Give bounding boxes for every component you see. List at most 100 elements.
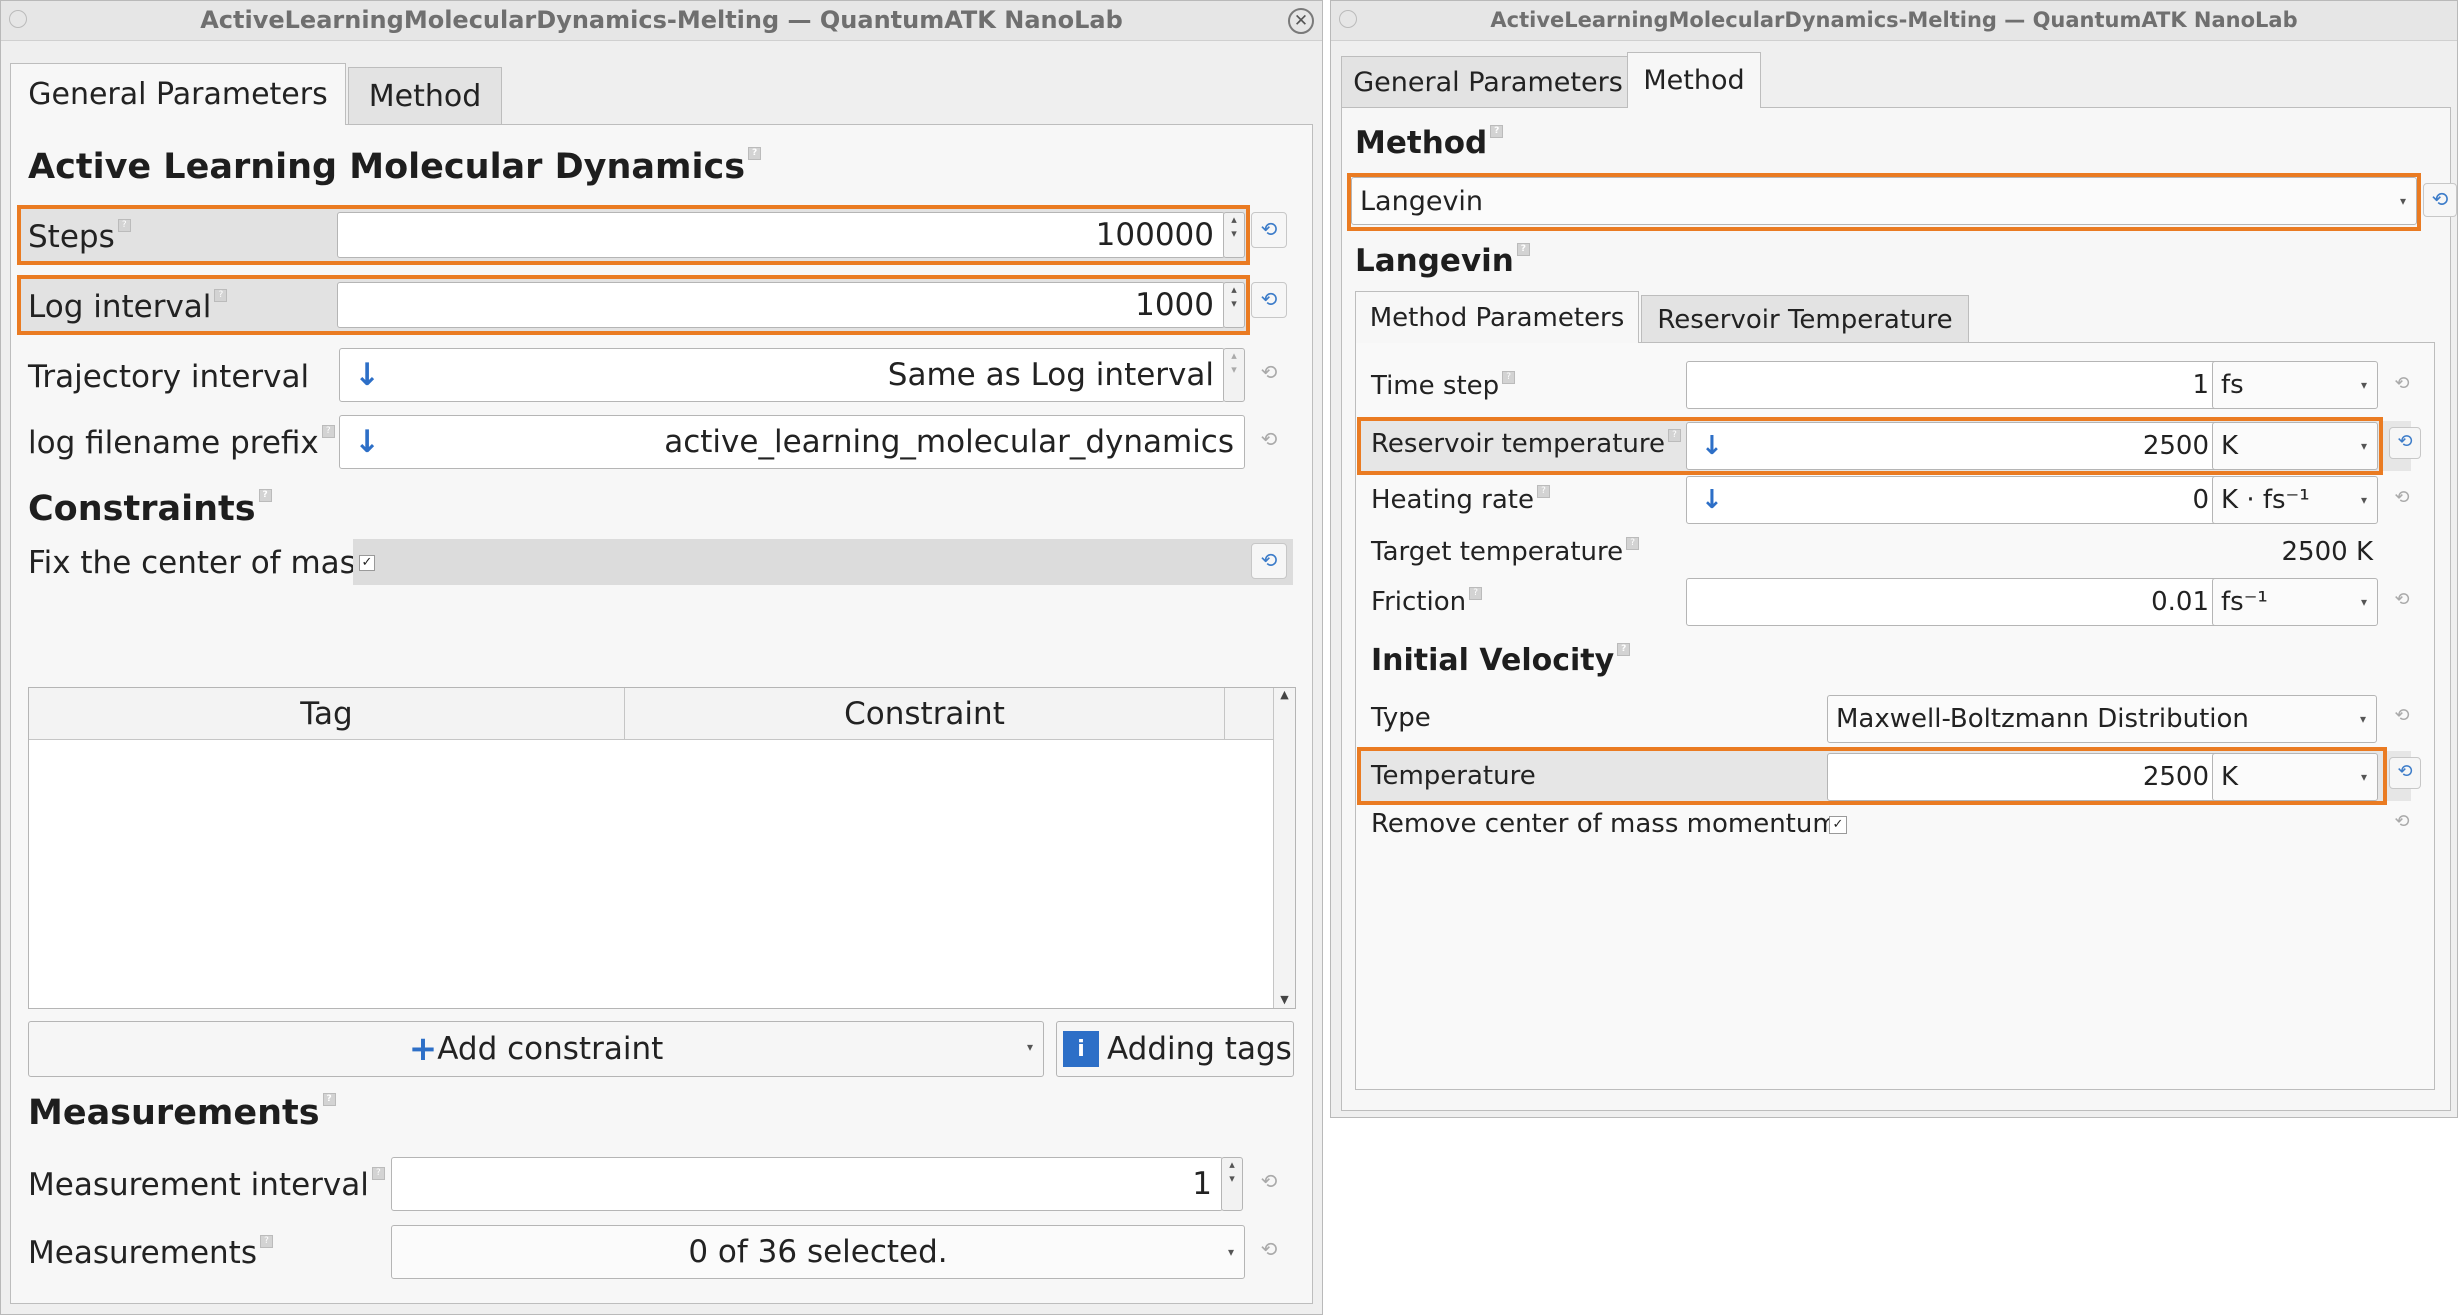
- measurement-interval-label: Measurement interval?: [28, 1167, 385, 1203]
- help-icon[interactable]: ?: [1626, 537, 1640, 550]
- tab-method[interactable]: Method: [1627, 52, 1761, 108]
- chevron-down-icon: ▾: [2360, 595, 2367, 609]
- log-prefix-label: log filename prefix?: [28, 425, 335, 461]
- time-step-input[interactable]: 1: [1686, 361, 2220, 409]
- log-interval-input[interactable]: 1000: [337, 282, 1225, 328]
- reset-icon[interactable]: ⟲: [2385, 483, 2419, 517]
- column-header-tag[interactable]: Tag: [29, 688, 625, 740]
- heating-rate-input[interactable]: ↓ 0: [1686, 476, 2220, 524]
- adding-tags-button[interactable]: i Adding tags: [1056, 1021, 1294, 1077]
- reset-icon[interactable]: ⟲: [1251, 1165, 1287, 1201]
- help-icon[interactable]: ?: [321, 425, 335, 438]
- target-temperature-value: 2500 K: [2281, 537, 2373, 567]
- inherit-arrow-icon: ↓: [354, 357, 380, 393]
- help-icon[interactable]: ?: [214, 289, 228, 302]
- window-menu-icon[interactable]: [9, 10, 27, 28]
- method-select[interactable]: Langevin ▾: [1351, 177, 2417, 225]
- help-icon[interactable]: ?: [1490, 125, 1504, 138]
- scroll-down-icon[interactable]: ▼: [1274, 993, 1295, 1006]
- remove-com-checkbox[interactable]: ✓: [1829, 813, 1847, 834]
- window-menu-icon[interactable]: [1339, 10, 1357, 28]
- constraints-table[interactable]: Tag Constraint ▲ ▼: [28, 687, 1296, 1009]
- help-icon[interactable]: ?: [748, 147, 762, 160]
- reset-icon[interactable]: ⟲: [1251, 356, 1287, 392]
- info-icon: i: [1063, 1031, 1099, 1067]
- reset-icon[interactable]: ⟲: [1251, 212, 1287, 248]
- chevron-down-icon: ▾: [2360, 770, 2367, 784]
- section-title-constraints: Constraints?: [28, 489, 272, 529]
- reservoir-temperature-input[interactable]: ↓ 2500: [1686, 422, 2220, 470]
- reset-icon[interactable]: ⟲: [2385, 807, 2419, 841]
- help-icon[interactable]: ?: [1668, 429, 1682, 442]
- help-icon[interactable]: ?: [259, 1235, 273, 1248]
- target-temperature-label: Target temperature?: [1371, 537, 1640, 567]
- measurement-interval-spinner[interactable]: ▴ ▾: [1221, 1157, 1243, 1211]
- measurement-interval-input[interactable]: 1: [391, 1157, 1223, 1211]
- velocity-type-select[interactable]: Maxwell-Boltzmann Distribution ▾: [1827, 695, 2377, 743]
- trajectory-interval-input[interactable]: ↓ Same as Log interval: [339, 348, 1225, 402]
- section-title-measurements: Measurements?: [28, 1093, 336, 1133]
- steps-input[interactable]: 100000: [337, 212, 1225, 258]
- temperature-label: Temperature: [1371, 761, 1536, 791]
- log-interval-label: Log interval?: [28, 289, 228, 325]
- steps-label: Steps?: [28, 219, 131, 255]
- reset-icon[interactable]: ⟲: [1251, 423, 1287, 459]
- trajectory-interval-spinner[interactable]: ▴ ▾: [1223, 348, 1245, 402]
- close-icon[interactable]: ✕: [1288, 8, 1314, 34]
- help-icon[interactable]: ?: [322, 1093, 336, 1106]
- help-icon[interactable]: ?: [1469, 587, 1483, 600]
- friction-input[interactable]: 0.01: [1686, 578, 2220, 626]
- steps-spinner[interactable]: ▴ ▾: [1223, 212, 1245, 258]
- chevron-down-icon[interactable]: ▾: [1027, 1040, 1033, 1054]
- tab-general-parameters[interactable]: General Parameters: [10, 63, 346, 125]
- reset-icon[interactable]: ⟲: [1251, 1233, 1287, 1269]
- section-title-aldm: Active Learning Molecular Dynamics?: [28, 147, 762, 187]
- measurements-select[interactable]: 0 of 36 selected. ▾: [391, 1225, 1245, 1279]
- reset-icon[interactable]: ⟲: [2385, 701, 2419, 735]
- left-window-title: ActiveLearningMolecularDynamics-Melting …: [200, 6, 1123, 34]
- reset-icon[interactable]: ⟲: [2423, 183, 2457, 217]
- help-icon[interactable]: ?: [1617, 643, 1631, 656]
- temperature-unit-select[interactable]: K ▾: [2212, 753, 2378, 801]
- time-step-unit-select[interactable]: fs ▾: [2212, 361, 2378, 409]
- section-title-initial-velocity: Initial Velocity?: [1371, 643, 1631, 678]
- help-icon[interactable]: ?: [371, 1167, 385, 1180]
- reset-icon[interactable]: ⟲: [2389, 757, 2421, 789]
- chevron-down-icon: ▾: [2360, 378, 2367, 392]
- chevron-down-icon: ▾: [2360, 493, 2367, 507]
- log-prefix-input[interactable]: ↓ active_learning_molecular_dynamics: [339, 415, 1245, 469]
- temperature-input[interactable]: 2500: [1827, 753, 2220, 801]
- fix-com-checkbox[interactable]: ✓: [359, 551, 375, 571]
- reset-icon[interactable]: ⟲: [2389, 427, 2421, 459]
- reset-icon[interactable]: ⟲: [1251, 543, 1287, 579]
- tab-reservoir-temperature[interactable]: Reservoir Temperature: [1641, 295, 1969, 343]
- heating-rate-unit-select[interactable]: K · fs⁻¹ ▾: [2212, 476, 2378, 524]
- scroll-up-icon[interactable]: ▲: [1274, 688, 1295, 701]
- tab-general-parameters[interactable]: General Parameters: [1341, 56, 1635, 108]
- fix-com-label: Fix the center of mass: [28, 545, 372, 581]
- help-icon[interactable]: ?: [1536, 485, 1550, 498]
- help-icon[interactable]: ?: [1516, 243, 1530, 256]
- reservoir-temperature-label: Reservoir temperature?: [1371, 429, 1682, 459]
- inherit-arrow-icon: ↓: [354, 424, 380, 460]
- fix-com-row: [353, 539, 1293, 585]
- help-icon[interactable]: ?: [1502, 371, 1516, 384]
- reset-icon[interactable]: ⟲: [2385, 585, 2419, 619]
- help-icon[interactable]: ?: [258, 489, 272, 502]
- tab-method-parameters[interactable]: Method Parameters: [1355, 291, 1639, 343]
- chevron-down-icon: ▾: [2360, 439, 2367, 453]
- left-titlebar: ActiveLearningMolecularDynamics-Melting …: [1, 1, 1322, 41]
- help-icon[interactable]: ?: [117, 219, 131, 232]
- reset-icon[interactable]: ⟲: [1251, 282, 1287, 318]
- inherit-arrow-icon: ↓: [1701, 485, 1723, 515]
- reservoir-temperature-unit-select[interactable]: K ▾: [2212, 422, 2378, 470]
- inherit-arrow-icon: ↓: [1701, 431, 1723, 461]
- reset-icon[interactable]: ⟲: [2385, 369, 2419, 403]
- right-window: ActiveLearningMolecularDynamics-Melting …: [1330, 0, 2458, 1118]
- table-scrollbar[interactable]: ▲ ▼: [1273, 688, 1295, 1008]
- log-interval-spinner[interactable]: ▴ ▾: [1223, 282, 1245, 328]
- add-constraint-button[interactable]: + Add constraint ▾: [28, 1021, 1044, 1077]
- column-header-constraint[interactable]: Constraint: [625, 688, 1225, 740]
- tab-method[interactable]: Method: [348, 67, 502, 125]
- friction-unit-select[interactable]: fs⁻¹ ▾: [2212, 578, 2378, 626]
